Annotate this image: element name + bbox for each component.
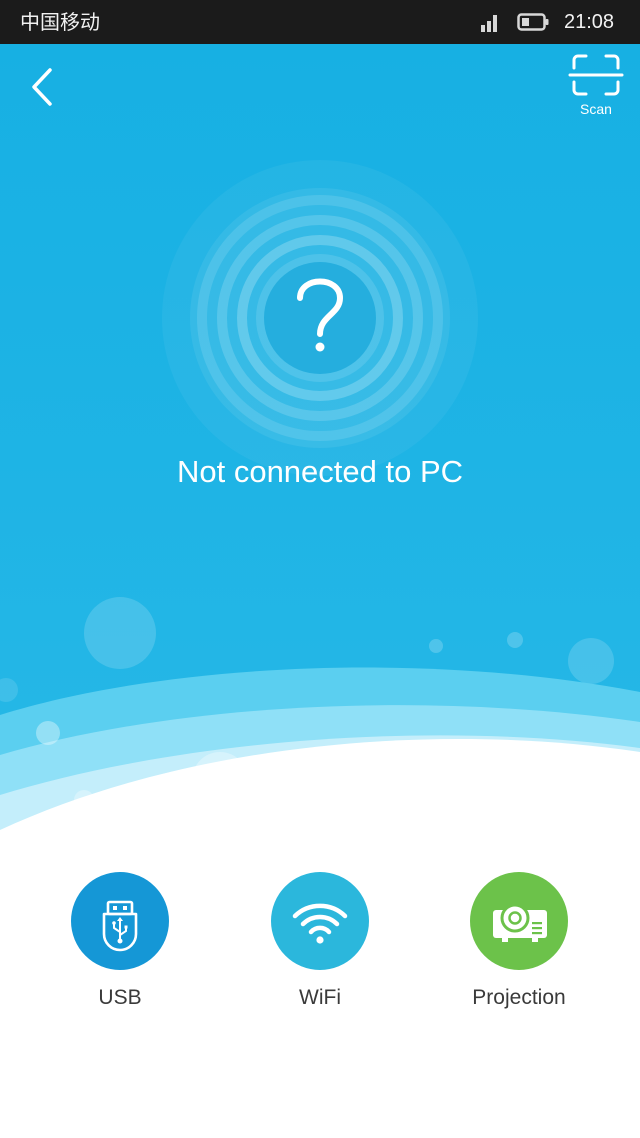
projector-icon	[493, 903, 547, 942]
projection-option[interactable]: Projection	[439, 872, 599, 1022]
status-bar: 中国移动 21:08	[0, 0, 640, 44]
carrier-name: 中国移动	[20, 10, 100, 34]
usb-button[interactable]	[71, 872, 169, 970]
usb-drive-icon	[102, 900, 138, 952]
signal-icon	[481, 15, 497, 32]
chevron-left-icon	[32, 68, 52, 106]
wifi-button[interactable]	[271, 872, 369, 970]
projection-button[interactable]	[470, 872, 568, 970]
scan-label: Scan	[580, 101, 612, 117]
connection-status-text: Not connected to PC	[176, 454, 464, 489]
usb-label: USB	[98, 986, 142, 1009]
connection-options: USB WiFi Projection	[0, 872, 640, 1022]
back-button[interactable]	[22, 62, 66, 112]
wifi-option[interactable]: WiFi	[240, 872, 400, 1022]
wifi-label: WiFi	[299, 986, 341, 1009]
scan-frame-icon	[568, 54, 624, 96]
scan-button[interactable]: Scan	[566, 52, 626, 122]
projection-label: Projection	[472, 986, 566, 1009]
screen: 中国移动 21:08 Scan Not connected to PC USB …	[0, 0, 640, 1138]
clock: 21:08	[564, 11, 615, 33]
connection-status-graphic	[162, 160, 478, 476]
battery-icon	[517, 13, 549, 31]
usb-option[interactable]: USB	[40, 872, 200, 1022]
wifi-icon	[292, 903, 348, 944]
